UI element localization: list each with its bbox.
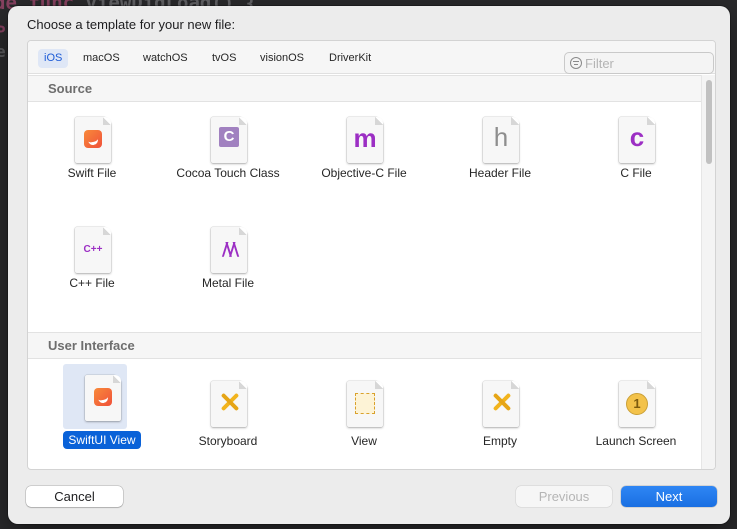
cocoa-touch-class-icon: C <box>211 117 247 163</box>
tab-driverkit[interactable]: DriverKit <box>323 49 377 68</box>
template-swiftui-view[interactable]: SwiftUI View <box>41 361 163 465</box>
swiftui-view-icon <box>85 375 121 421</box>
template-cpp-file[interactable]: C++ C++ File <box>31 213 153 317</box>
template-swift-file[interactable]: Swift File <box>31 103 153 207</box>
background-code-glyph: e <box>0 42 6 61</box>
cancel-button[interactable]: Cancel <box>26 486 123 507</box>
template-panel: iOS macOS watchOS tvOS visionOS DriverKi… <box>27 40 716 470</box>
tab-watchos[interactable]: watchOS <box>137 49 194 68</box>
template-label: Launch Screen <box>595 434 677 448</box>
c-file-icon: c <box>619 117 655 163</box>
scrollbar-thumb[interactable] <box>706 80 712 164</box>
template-storyboard[interactable]: Storyboard <box>167 367 289 469</box>
next-button[interactable]: Next <box>621 486 717 507</box>
template-view[interactable]: View <box>303 367 425 469</box>
template-label: C++ File <box>69 276 115 290</box>
swift-file-icon <box>75 117 111 163</box>
cpp-file-icon: C++ <box>75 227 111 273</box>
metal-file-icon: /\/\ <box>211 227 247 273</box>
template-label: Metal File <box>201 276 254 290</box>
template-label: Header File <box>468 166 532 180</box>
template-launch-screen[interactable]: 1 Launch Screen <box>575 367 697 469</box>
tab-tvos[interactable]: tvOS <box>206 49 242 68</box>
launch-screen-icon: 1 <box>619 381 655 427</box>
filter-field[interactable] <box>564 52 714 74</box>
view-icon <box>347 381 383 427</box>
template-metal-file[interactable]: /\/\ Metal File <box>167 213 289 317</box>
template-cocoa-touch-class[interactable]: C Cocoa Touch Class <box>167 103 289 207</box>
empty-icon <box>483 381 519 427</box>
template-scrollbar[interactable] <box>701 75 715 469</box>
tab-macos[interactable]: macOS <box>77 49 126 68</box>
template-label: Swift File <box>67 166 117 180</box>
platform-tab-bar: iOS macOS watchOS tvOS visionOS DriverKi… <box>28 41 715 74</box>
template-empty[interactable]: Empty <box>439 367 561 469</box>
section-header-source: Source <box>28 75 702 102</box>
storyboard-icon <box>211 381 247 427</box>
tab-visionos[interactable]: visionOS <box>254 49 310 68</box>
background-code-glyph: P <box>0 22 6 41</box>
template-label: Objective-C File <box>321 166 407 180</box>
filter-input[interactable] <box>585 54 709 72</box>
template-label: View <box>351 434 377 448</box>
template-c-file[interactable]: c C File <box>575 103 697 207</box>
header-file-icon: h <box>483 117 519 163</box>
previous-button[interactable]: Previous <box>516 486 612 507</box>
template-header-file[interactable]: h Header File <box>439 103 561 207</box>
sheet-title: Choose a template for your new file: <box>27 17 236 32</box>
template-label: Cocoa Touch Class <box>176 166 280 180</box>
new-file-template-sheet: Choose a template for your new file: iOS… <box>8 6 730 524</box>
template-label: SwiftUI View <box>41 431 163 449</box>
template-label: Empty <box>482 434 517 448</box>
template-label: C File <box>620 166 652 180</box>
filter-icon <box>570 57 582 69</box>
tab-ios[interactable]: iOS <box>38 49 69 68</box>
section-header-user-interface: User Interface <box>28 332 702 359</box>
template-objective-c-file[interactable]: m Objective-C File <box>303 103 425 207</box>
objective-c-file-icon: m <box>347 117 383 163</box>
template-label: Storyboard <box>198 434 258 448</box>
